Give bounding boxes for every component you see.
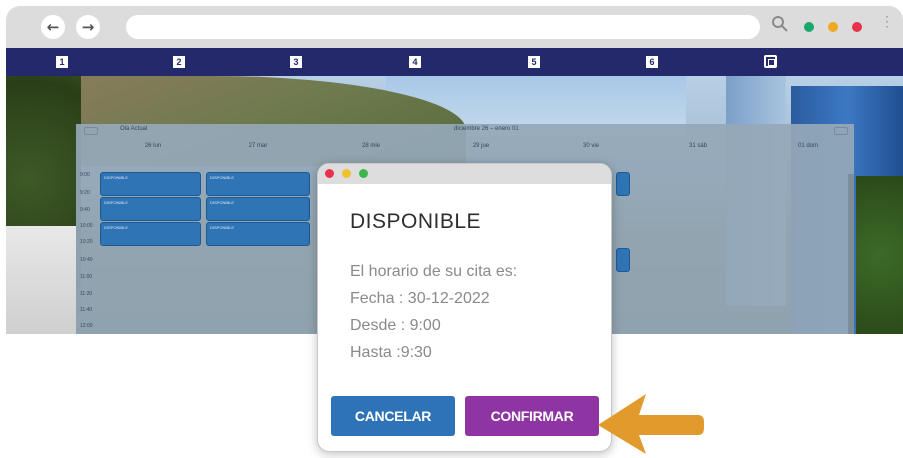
hour-label: 10:40: [80, 257, 93, 263]
day-header: 27 mar: [248, 143, 268, 149]
orange-dot: [828, 22, 838, 32]
red-dot: [852, 22, 862, 32]
day-header: 26 lun: [144, 143, 162, 149]
hour-label: 9:40: [80, 207, 90, 213]
appointment-intro: El horario de su cita es:: [350, 263, 518, 280]
confirm-button[interactable]: CONFIRMAR: [465, 396, 599, 436]
hour-label: 9:00: [80, 172, 90, 178]
event-label: DISPONIBLE: [104, 225, 129, 230]
hour-label: 12:00: [80, 323, 93, 329]
dialog-title-bar: [318, 164, 611, 184]
green-dot: [804, 22, 814, 32]
close-dot[interactable]: [325, 169, 334, 178]
event-label: DISPONIBLE: [210, 225, 235, 230]
address-bar[interactable]: [126, 15, 760, 39]
maximize-dot[interactable]: [359, 169, 368, 178]
appointment-end: Hasta :9:30: [350, 344, 432, 361]
event-label: DISPONIBLE: [104, 200, 129, 205]
calendar-toolbar: Ola Actual diciembre 26 – enero 01: [76, 124, 854, 136]
pointer-arrow-icon: [598, 394, 704, 454]
hour-label: 11:00: [80, 274, 93, 280]
dialog-title: DISPONIBLE: [350, 210, 482, 233]
arrow-left-icon[interactable]: ←: [41, 15, 65, 39]
search-icon[interactable]: [771, 15, 789, 33]
trees-right: [856, 176, 903, 334]
calendar-event[interactable]: DISPONIBLE: [206, 197, 310, 221]
day-header: 30 vie: [582, 143, 599, 149]
browser-toolbar: ← → ⋮: [6, 6, 903, 48]
calendar-event[interactable]: DISPONIBLE: [100, 172, 201, 196]
event-label: DISPONIBLE: [210, 175, 235, 180]
tab-1[interactable]: 1: [56, 56, 68, 68]
calendar-range-label: diciembre 26 – enero 01: [454, 126, 519, 132]
hour-label: 9:20: [80, 190, 90, 196]
white-building: [6, 226, 76, 334]
calendar-event[interactable]: DISPONIBLE: [206, 172, 310, 196]
calendar-event[interactable]: [616, 248, 630, 272]
arrow-right-icon[interactable]: →: [76, 15, 100, 39]
calendar-event[interactable]: [616, 172, 630, 196]
minimize-dot[interactable]: [342, 169, 351, 178]
hour-label: 11:20: [80, 291, 93, 297]
calendar-event[interactable]: DISPONIBLE: [206, 222, 310, 246]
hour-label: 10:00: [80, 223, 93, 229]
calendar-event[interactable]: DISPONIBLE: [100, 197, 201, 221]
appointment-date: Fecha : 30-12-2022: [350, 290, 490, 307]
hour-label: 10:20: [80, 239, 93, 245]
window-tab-icon[interactable]: [764, 55, 777, 68]
calendar-next-button[interactable]: [834, 127, 848, 135]
calendar-scrollbar[interactable]: [848, 174, 854, 334]
appointment-dialog: DISPONIBLE El horario de su cita es: Fec…: [317, 163, 612, 452]
calendar-prev-button[interactable]: [84, 127, 98, 135]
day-header: 28 mie: [361, 143, 380, 149]
tab-6[interactable]: 6: [646, 56, 658, 68]
event-label: DISPONIBLE: [210, 200, 235, 205]
calendar-today-label[interactable]: Ola Actual: [120, 126, 147, 132]
day-header: 31 sáb: [688, 143, 707, 149]
day-header: 29 jue: [472, 143, 490, 149]
appointment-start: Desde : 9:00: [350, 317, 441, 334]
day-header: 01 dom: [797, 143, 818, 149]
tab-5[interactable]: 5: [528, 56, 540, 68]
event-label: DISPONIBLE: [104, 175, 129, 180]
calendar-event[interactable]: DISPONIBLE: [100, 222, 201, 246]
tab-2[interactable]: 2: [173, 56, 185, 68]
tab-3[interactable]: 3: [290, 56, 302, 68]
kebab-menu-icon[interactable]: ⋮: [880, 14, 894, 36]
cancel-button[interactable]: CANCELAR: [331, 396, 455, 436]
tab-4[interactable]: 4: [409, 56, 421, 68]
nav-tab-bar: 1 2 3 4 5 6: [6, 48, 903, 76]
hour-label: 11:40: [80, 307, 93, 313]
